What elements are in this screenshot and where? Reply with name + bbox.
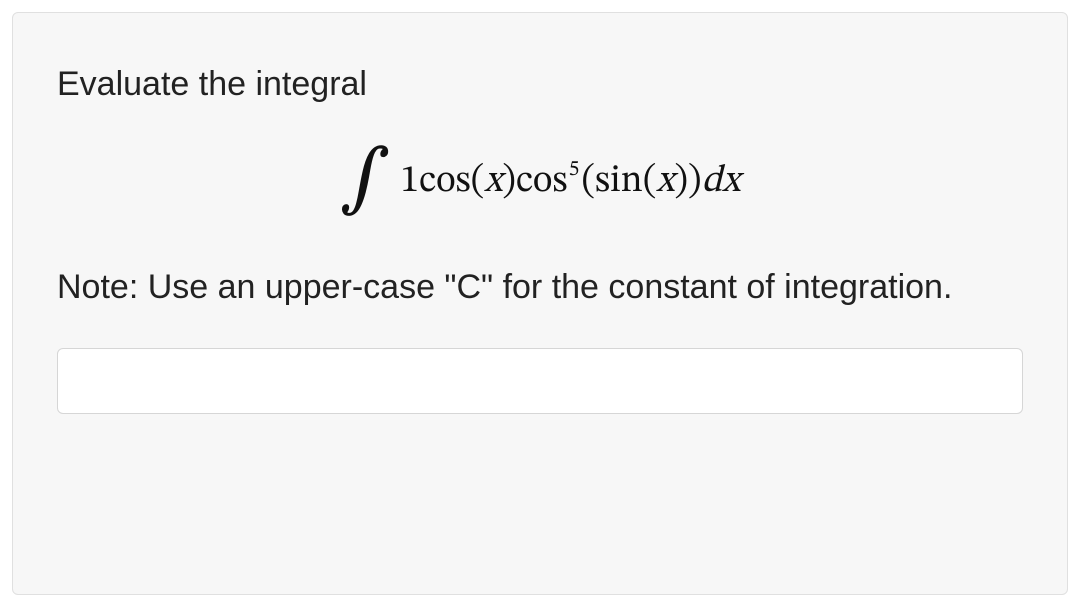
rparen: ) [502, 163, 516, 201]
math-expression-row: ∫ 1 cos ( x ) cos 5 ( sin ( x ) ) d x [57, 145, 1023, 219]
exponent-5: 5 [568, 159, 579, 181]
diff-d: d [702, 163, 722, 201]
question-prompt: Evaluate the integral [57, 61, 1023, 109]
rparen: ) [674, 163, 688, 201]
note-text: Note: Use an upper-case "C" for the cons… [57, 263, 1023, 312]
lparen: ( [471, 163, 485, 201]
integrand: 1 cos ( x ) cos 5 ( sin ( x ) ) d x [400, 163, 740, 201]
cos-fn: cos [516, 163, 568, 201]
x-var: x [484, 163, 502, 201]
x-var: x [656, 163, 674, 201]
rparen: ) [688, 163, 702, 201]
diff-x: x [722, 163, 740, 201]
math-expression: ∫ 1 cos ( x ) cos 5 ( sin ( x ) ) d x [340, 145, 741, 219]
sin-fn: sin [595, 163, 643, 201]
coef: 1 [400, 163, 419, 201]
lparen: ( [581, 163, 595, 201]
cos-fn: cos [419, 163, 471, 201]
lparen: ( [643, 163, 657, 201]
question-card: Evaluate the integral ∫ 1 cos ( x ) cos … [12, 12, 1068, 595]
integral-sign-icon: ∫ [340, 143, 391, 217]
answer-input[interactable] [57, 348, 1023, 414]
